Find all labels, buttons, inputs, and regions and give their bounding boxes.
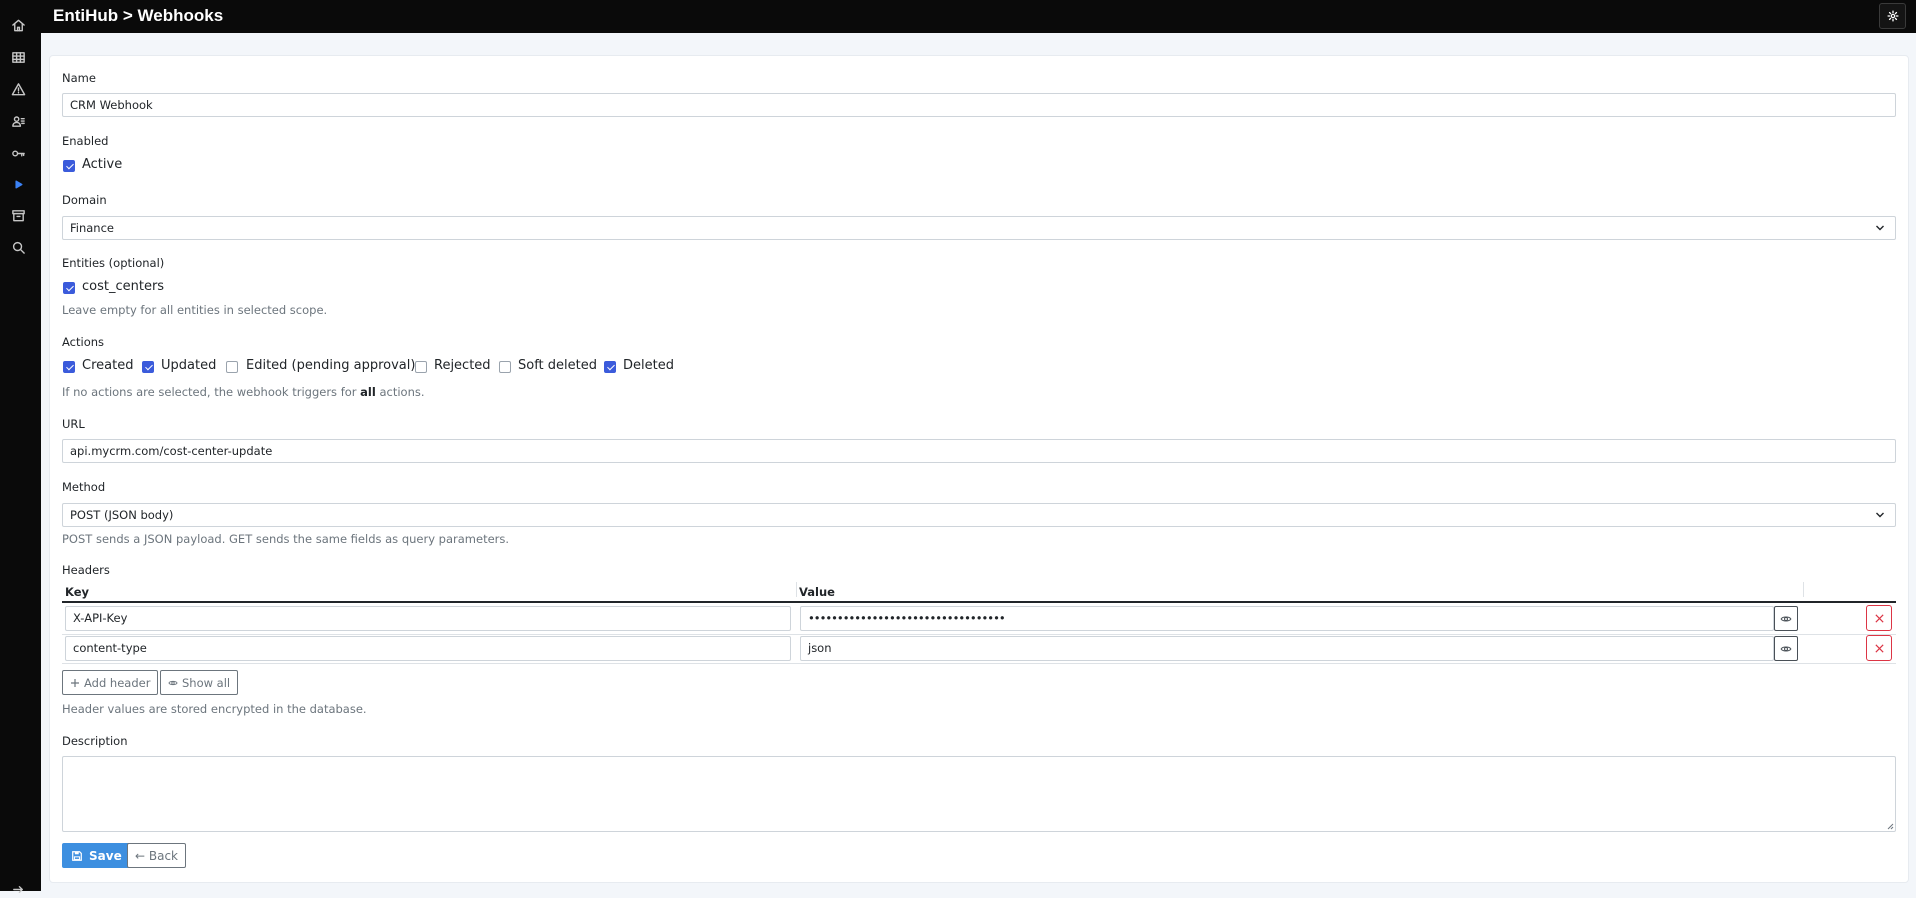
action-checkbox-soft-deleted[interactable] xyxy=(499,361,511,373)
settings-button[interactable] xyxy=(1879,3,1906,29)
home-icon[interactable] xyxy=(9,16,27,34)
close-icon xyxy=(1874,643,1884,653)
search-icon[interactable] xyxy=(9,238,27,256)
table-icon[interactable] xyxy=(9,48,27,66)
webhook-form-card: Name CRM Webhook Enabled Active Domain F… xyxy=(49,55,1909,883)
action-checkbox-created[interactable] xyxy=(63,361,75,373)
action-checkbox-rejected[interactable] xyxy=(415,361,427,373)
header-value-input[interactable]: json xyxy=(800,636,1774,661)
entities-label: Entities (optional) xyxy=(62,256,165,270)
domain-select-value: Finance xyxy=(70,221,114,235)
name-input[interactable]: CRM Webhook xyxy=(62,93,1896,117)
toggle-visibility-button[interactable] xyxy=(1774,606,1798,631)
eye-icon xyxy=(168,680,178,685)
entities-help: Leave empty for all entities in selected… xyxy=(62,303,328,317)
gear-icon xyxy=(1886,10,1899,22)
headers-column-key: Key xyxy=(65,585,90,599)
eye-icon xyxy=(1780,616,1792,621)
plus-icon xyxy=(71,678,79,687)
delete-header-button[interactable] xyxy=(1866,605,1892,631)
sidebar xyxy=(0,0,41,893)
url-label: URL xyxy=(62,417,85,431)
add-header-label: Add header xyxy=(84,675,151,690)
active-checkbox[interactable] xyxy=(63,160,75,172)
action-label-deleted: Deleted xyxy=(623,358,674,373)
action-label-created: Created xyxy=(82,358,134,373)
headers-label: Headers xyxy=(62,563,110,577)
top-bar: EntiHub > Webhooks xyxy=(41,0,1916,33)
column-divider xyxy=(1803,582,1804,597)
header-value-input[interactable]: •••••••••••••••••••••••••••••••••• xyxy=(800,606,1774,631)
action-checkbox-updated[interactable] xyxy=(142,361,154,373)
action-label-rejected: Rejected xyxy=(434,358,491,373)
toggle-visibility-button[interactable] xyxy=(1774,636,1798,661)
close-icon xyxy=(1874,613,1884,623)
actions-help: If no actions are selected, the webhook … xyxy=(62,385,425,399)
back-label: ← Back xyxy=(135,848,179,863)
users-icon[interactable] xyxy=(9,112,27,130)
chevron-down-icon xyxy=(1876,225,1884,231)
method-label: Method xyxy=(62,480,106,494)
column-divider xyxy=(796,582,797,597)
enabled-label: Enabled xyxy=(62,134,109,148)
table-header-rule xyxy=(62,601,1896,603)
show-all-button[interactable]: Show all xyxy=(160,670,239,695)
actions-label: Actions xyxy=(62,335,105,349)
entity-checkbox-label: cost_centers xyxy=(82,279,165,294)
delete-header-button[interactable] xyxy=(1866,635,1892,661)
save-label: Save xyxy=(89,848,122,863)
method-select[interactable]: POST (JSON body) xyxy=(62,503,1896,527)
resize-handle-icon[interactable] xyxy=(1886,822,1894,830)
headers-help: Header values are stored encrypted in th… xyxy=(62,702,367,716)
row-divider xyxy=(62,663,1896,664)
description-textarea[interactable] xyxy=(62,756,1896,832)
floppy-disk-icon xyxy=(72,850,82,861)
key-icon[interactable] xyxy=(9,144,27,162)
domain-label: Domain xyxy=(62,193,107,207)
archive-icon[interactable] xyxy=(9,206,27,224)
save-button[interactable]: Save xyxy=(62,843,131,868)
logout-icon[interactable] xyxy=(9,880,27,898)
method-help: POST sends a JSON payload. GET sends the… xyxy=(62,532,510,546)
breadcrumb: EntiHub > Webhooks xyxy=(53,6,224,25)
headers-column-value: Value xyxy=(799,585,835,599)
row-divider xyxy=(62,634,1896,635)
name-label: Name xyxy=(62,71,96,85)
description-label: Description xyxy=(62,734,128,748)
warning-icon[interactable] xyxy=(9,80,27,98)
url-input[interactable]: api.mycrm.com/cost-center-update xyxy=(62,439,1896,463)
action-checkbox-deleted[interactable] xyxy=(604,361,616,373)
back-button[interactable]: ← Back xyxy=(127,843,187,868)
action-label-edited: Edited (pending approval) xyxy=(246,358,416,373)
header-key-input[interactable]: X-API-Key xyxy=(65,606,791,631)
add-header-button[interactable]: Add header xyxy=(62,670,159,695)
active-checkbox-label: Active xyxy=(82,157,123,172)
header-key-input[interactable]: content-type xyxy=(65,636,791,661)
play-icon[interactable] xyxy=(9,175,27,193)
domain-select[interactable]: Finance xyxy=(62,216,1896,240)
method-select-value: POST (JSON body) xyxy=(70,508,174,522)
eye-icon xyxy=(1780,646,1792,651)
action-label-soft-deleted: Soft deleted xyxy=(518,358,597,373)
show-all-label: Show all xyxy=(182,675,231,690)
action-checkbox-edited[interactable] xyxy=(226,361,238,373)
action-label-updated: Updated xyxy=(161,358,217,373)
chevron-down-icon xyxy=(1876,512,1884,518)
entity-checkbox-cost-centers[interactable] xyxy=(63,282,75,294)
